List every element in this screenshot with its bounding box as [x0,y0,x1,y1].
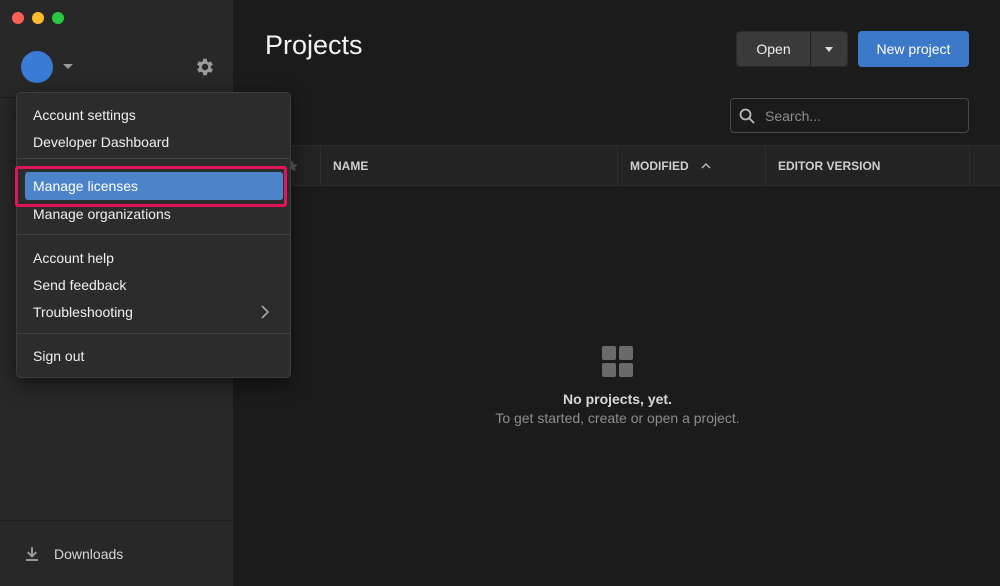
empty-state-title: No projects, yet. [563,391,672,407]
editor-version-column-header[interactable]: EDITOR VERSION [765,146,969,185]
gear-icon[interactable] [194,56,216,78]
menu-item-manage-organizations[interactable]: Manage organizations [33,204,171,224]
menu-item-manage-licenses[interactable]: Manage licenses [25,172,283,200]
close-window-button[interactable] [12,12,24,24]
grid-icon [602,346,633,377]
table-header: NAME MODIFIED EDITOR VERSION [235,145,1000,186]
open-button-group: Open [736,31,848,67]
menu-separator [17,333,290,334]
main-panel: Projects Open New project NAME MODIFIED … [235,0,1000,586]
name-column-header[interactable]: NAME [320,146,617,185]
menu-item-troubleshooting[interactable]: Troubleshooting [33,302,133,322]
downloads-label: Downloads [54,545,124,562]
search-icon [739,108,755,123]
minimize-window-button[interactable] [32,12,44,24]
sort-ascending-icon [701,162,711,168]
modified-column-header[interactable]: MODIFIED [617,146,765,185]
menu-item-account-settings[interactable]: Account settings [33,105,136,125]
download-icon [26,546,38,561]
menu-item-developer-dashboard[interactable]: Developer Dashboard [33,132,169,152]
avatar[interactable] [21,51,53,83]
empty-state: No projects, yet. To get started, create… [235,346,1000,426]
chevron-down-icon[interactable] [63,64,73,69]
chevron-right-icon [261,305,270,319]
menu-separator [17,234,290,235]
page-title: Projects [265,30,363,60]
search-box[interactable] [730,98,969,133]
modified-column-label: MODIFIED [630,158,689,173]
menu-item-send-feedback[interactable]: Send feedback [33,275,126,295]
chevron-down-icon [825,46,833,52]
column-spacer [969,146,1000,185]
menu-separator [17,158,290,159]
window-controls [12,12,64,24]
downloads-button[interactable]: Downloads [0,520,234,586]
maximize-window-button[interactable] [52,12,64,24]
open-dropdown-button[interactable] [811,32,847,66]
menu-item-account-help[interactable]: Account help [33,248,114,268]
new-project-button[interactable]: New project [858,31,969,67]
account-menu: Account settings Developer Dashboard Man… [16,92,291,378]
search-input[interactable] [765,107,955,124]
menu-item-sign-out[interactable]: Sign out [33,346,84,366]
open-button[interactable]: Open [737,32,811,66]
empty-state-subtitle: To get started, create or open a project… [495,410,740,426]
